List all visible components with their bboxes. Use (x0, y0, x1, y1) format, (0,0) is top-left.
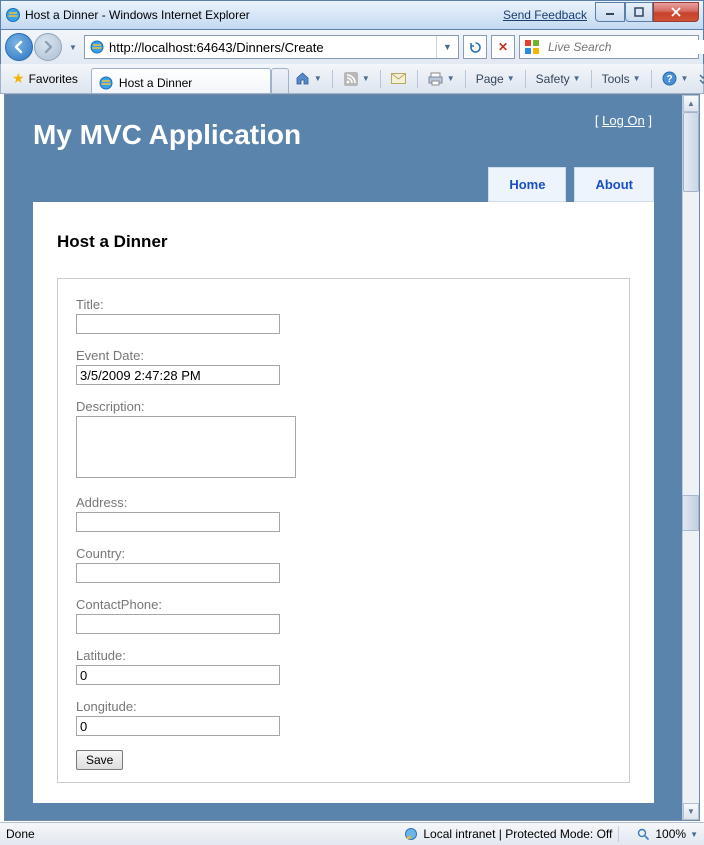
back-button[interactable] (5, 33, 33, 61)
window-titlebar: Host a Dinner - Windows Internet Explore… (0, 0, 704, 30)
search-input[interactable] (544, 40, 704, 54)
logon-area: [ Log On ] (595, 113, 652, 128)
favorites-button[interactable]: ★ Favorites (3, 66, 87, 91)
zone-icon (403, 826, 419, 842)
longitude-input[interactable] (76, 716, 280, 736)
command-bar: ★ Favorites Host a Dinner ▼ ▼ ▼ (0, 64, 704, 94)
latitude-label: Latitude: (76, 648, 611, 663)
page-menu[interactable]: Page▼ (470, 68, 521, 90)
safety-menu[interactable]: Safety▼ (530, 68, 587, 90)
home-icon (295, 71, 311, 87)
print-icon (428, 71, 444, 87)
address-input[interactable] (76, 512, 280, 532)
close-button[interactable] (653, 2, 699, 22)
zoom-control[interactable]: 100% ▼ (635, 826, 698, 842)
page-icon (89, 39, 105, 55)
browser-tab[interactable]: Host a Dinner (91, 68, 271, 93)
description-input[interactable] (76, 416, 296, 478)
dinner-form: Title: Event Date: Description: Address: (57, 278, 630, 783)
favorites-label: Favorites (29, 72, 78, 86)
app-title: My MVC Application (33, 119, 654, 151)
scroll-thumb[interactable] (683, 112, 699, 192)
main-menu: Home About (5, 161, 682, 202)
tab-title: Host a Dinner (119, 76, 192, 90)
longitude-label: Longitude: (76, 699, 611, 714)
url-input[interactable] (109, 40, 436, 55)
star-icon: ★ (12, 70, 25, 87)
forward-button[interactable] (34, 33, 62, 61)
vertical-scrollbar[interactable]: ▲ ▼ (682, 95, 699, 820)
page-heading: Host a Dinner (57, 232, 630, 252)
scroll-down-button[interactable]: ▼ (683, 803, 699, 820)
mail-button[interactable] (385, 67, 413, 91)
zoom-dropdown[interactable]: ▼ (690, 830, 698, 839)
description-label: Description: (76, 399, 611, 414)
print-button[interactable]: ▼ (422, 67, 461, 91)
scroll-up-button[interactable]: ▲ (683, 95, 699, 112)
feeds-button[interactable]: ▼ (337, 67, 376, 91)
stop-button[interactable]: ✕ (491, 35, 515, 59)
security-zone: Local intranet | Protected Mode: Off (423, 827, 612, 841)
logon-link[interactable]: Log On (602, 113, 645, 128)
eventdate-input[interactable] (76, 365, 280, 385)
home-button[interactable]: ▼ (289, 67, 328, 91)
main-content: Host a Dinner Title: Event Date: Descrip… (33, 202, 654, 803)
zoom-icon (635, 826, 651, 842)
maximize-button[interactable] (625, 2, 653, 22)
menu-home[interactable]: Home (488, 167, 566, 202)
nav-history-dropdown[interactable]: ▼ (66, 33, 80, 61)
status-bar: Done Local intranet | Protected Mode: Of… (0, 822, 704, 845)
ie-icon (98, 75, 114, 91)
menu-about[interactable]: About (574, 167, 654, 202)
contactphone-input[interactable] (76, 614, 280, 634)
search-bar (519, 35, 699, 59)
country-label: Country: (76, 546, 611, 561)
refresh-button[interactable] (463, 35, 487, 59)
window-title: Host a Dinner - Windows Internet Explore… (25, 8, 250, 22)
navigation-bar: ▼ ▼ ✕ (0, 30, 704, 64)
scroll-grip[interactable] (682, 495, 699, 531)
latitude-input[interactable] (76, 665, 280, 685)
toolbar-chevron[interactable] (696, 69, 704, 89)
zoom-value: 100% (655, 827, 686, 841)
eventdate-label: Event Date: (76, 348, 611, 363)
rss-icon (343, 71, 359, 87)
minimize-button[interactable] (595, 2, 625, 22)
help-icon: ? (662, 71, 678, 87)
tools-menu[interactable]: Tools▼ (596, 68, 647, 90)
country-input[interactable] (76, 563, 280, 583)
live-search-icon (524, 39, 540, 55)
contactphone-label: ContactPhone: (76, 597, 611, 612)
new-tab-button[interactable] (271, 68, 289, 93)
help-button[interactable]: ? ▼ (656, 67, 695, 91)
ie-icon (5, 7, 21, 23)
address-label: Address: (76, 495, 611, 510)
send-feedback-link[interactable]: Send Feedback (503, 8, 587, 22)
address-dropdown[interactable]: ▼ (436, 36, 458, 58)
title-input[interactable] (76, 314, 280, 334)
address-bar: ▼ (84, 35, 459, 59)
status-text: Done (6, 827, 35, 841)
save-button[interactable]: Save (76, 750, 123, 770)
svg-text:?: ? (666, 74, 672, 85)
content-viewport: [ Log On ] My MVC Application Home About… (4, 94, 700, 821)
title-label: Title: (76, 297, 611, 312)
mail-icon (391, 71, 407, 87)
